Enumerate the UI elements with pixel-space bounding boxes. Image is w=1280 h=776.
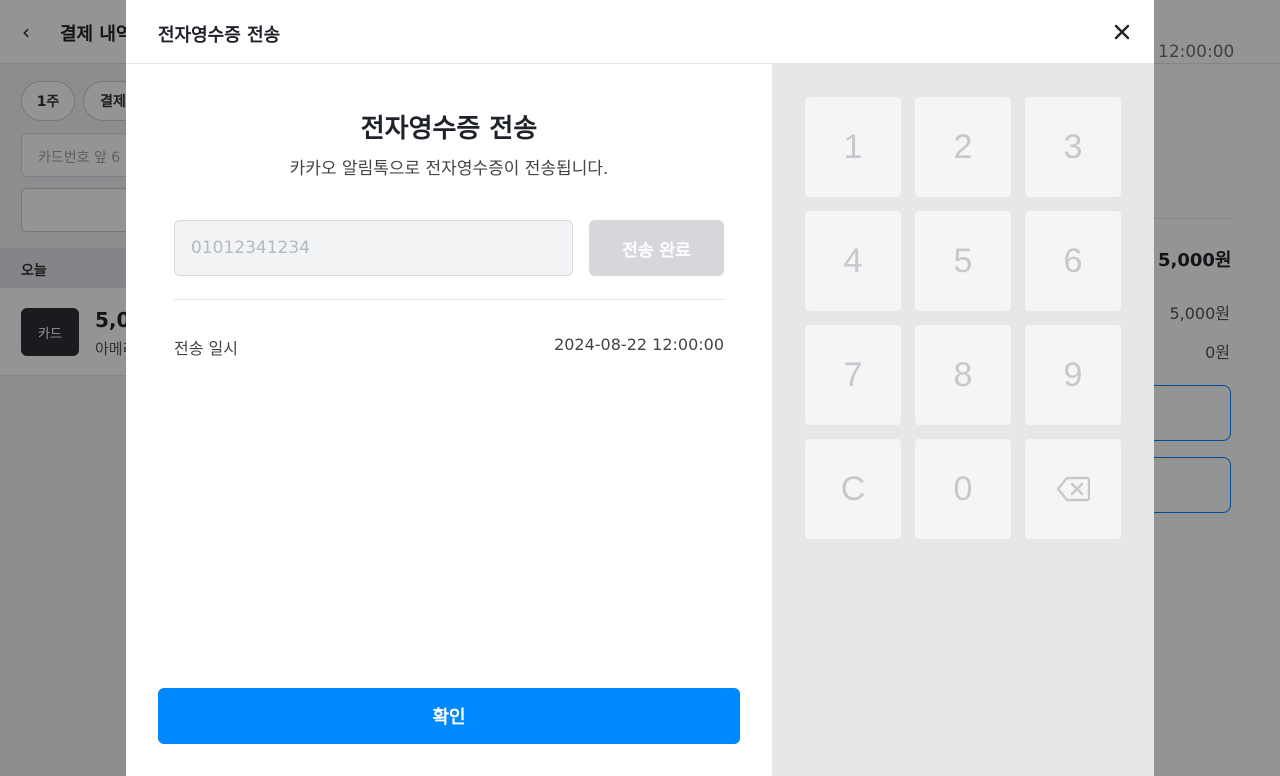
divider [174, 299, 724, 300]
modal-header: 전자영수증 전송 [126, 0, 1154, 64]
backspace-icon [1056, 476, 1090, 502]
receipt-form: 전자영수증 전송 카카오 알림톡으로 전자영수증이 전송됩니다. 전송 완료 전… [126, 64, 772, 776]
key-4[interactable]: 4 [805, 211, 901, 311]
key-3[interactable]: 3 [1025, 97, 1121, 197]
e-receipt-modal: 전자영수증 전송 전자영수증 전송 카카오 알림톡으로 전자영수증이 전송됩니다… [126, 0, 1154, 776]
phone-number-input[interactable] [174, 220, 573, 276]
modal-title: 전자영수증 전송 [158, 25, 281, 46]
sent-at-value: 2024-08-22 12:00:00 [554, 335, 724, 354]
send-complete-button[interactable]: 전송 완료 [589, 220, 724, 276]
numeric-keypad: 1 2 3 4 5 6 7 8 9 C 0 [805, 97, 1121, 539]
sent-at-label: 전송 일시 [174, 339, 238, 358]
key-8[interactable]: 8 [915, 325, 1011, 425]
key-5[interactable]: 5 [915, 211, 1011, 311]
keypad-panel: 1 2 3 4 5 6 7 8 9 C 0 [772, 64, 1154, 776]
key-clear[interactable]: C [805, 439, 901, 539]
confirm-button[interactable]: 확인 [158, 688, 740, 744]
receipt-heading: 전자영수증 전송 [360, 114, 538, 144]
key-7[interactable]: 7 [805, 325, 901, 425]
key-0[interactable]: 0 [915, 439, 1011, 539]
key-backspace[interactable] [1025, 439, 1121, 539]
receipt-description: 카카오 알림톡으로 전자영수증이 전송됩니다. [289, 159, 609, 179]
key-2[interactable]: 2 [915, 97, 1011, 197]
key-6[interactable]: 6 [1025, 211, 1121, 311]
key-9[interactable]: 9 [1025, 325, 1121, 425]
close-icon [1114, 24, 1130, 40]
key-1[interactable]: 1 [805, 97, 901, 197]
close-button[interactable] [1108, 18, 1136, 46]
